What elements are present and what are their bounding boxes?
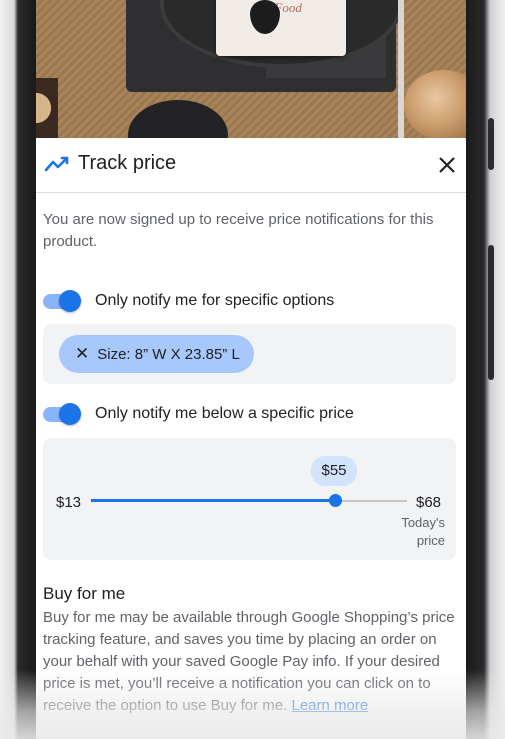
learn-more-link[interactable]: Learn more <box>291 697 368 714</box>
min-price-label: $13 <box>56 494 82 511</box>
trending-up-icon <box>44 156 69 172</box>
photo-bread <box>404 70 466 140</box>
buy-for-me-description: Buy for me may be available through Goog… <box>43 607 461 717</box>
photo-side-bowl <box>36 78 58 138</box>
options-toggle[interactable] <box>43 290 83 312</box>
photo-divider <box>398 0 404 138</box>
track-price-header: Track price <box>36 138 466 193</box>
phone-bezel-left <box>0 0 36 739</box>
price-panel: $55 $13 $68 Today's price <box>43 438 456 560</box>
page-title: Track price <box>78 152 177 174</box>
photo-cookbook: H n Food <box>216 0 346 56</box>
phone-volume-button <box>488 245 494 380</box>
phone-screen: H n Food Track price You are now signed … <box>36 0 466 739</box>
price-slider-thumb[interactable] <box>329 494 342 507</box>
options-panel: ✕ Size: 8” W X 23.85” L <box>43 324 456 384</box>
size-option-chip[interactable]: ✕ Size: 8” W X 23.85” L <box>59 335 254 373</box>
chip-close-icon[interactable]: ✕ <box>75 344 89 364</box>
buy-for-me-text: Buy for me may be available through Goog… <box>43 609 455 714</box>
buy-for-me-title: Buy for me <box>43 584 126 603</box>
max-price-label: $68 <box>416 494 442 511</box>
close-icon[interactable] <box>438 156 456 174</box>
phone-bezel-right <box>466 0 505 739</box>
options-toggle-label: Only notify me for specific options <box>95 292 335 309</box>
price-toggle-label: Only notify me below a specific price <box>95 405 354 422</box>
product-photo: H n Food <box>36 0 466 170</box>
selected-price-bubble: $55 <box>311 456 357 486</box>
price-toggle[interactable] <box>43 403 83 425</box>
chip-label: Size: 8” W X 23.85” L <box>97 345 240 363</box>
price-slider-fill <box>91 499 335 502</box>
phone-side-button <box>488 118 494 170</box>
todays-price-caption: Today's price <box>401 515 445 548</box>
signup-description: You are now signed up to receive price n… <box>43 211 434 250</box>
